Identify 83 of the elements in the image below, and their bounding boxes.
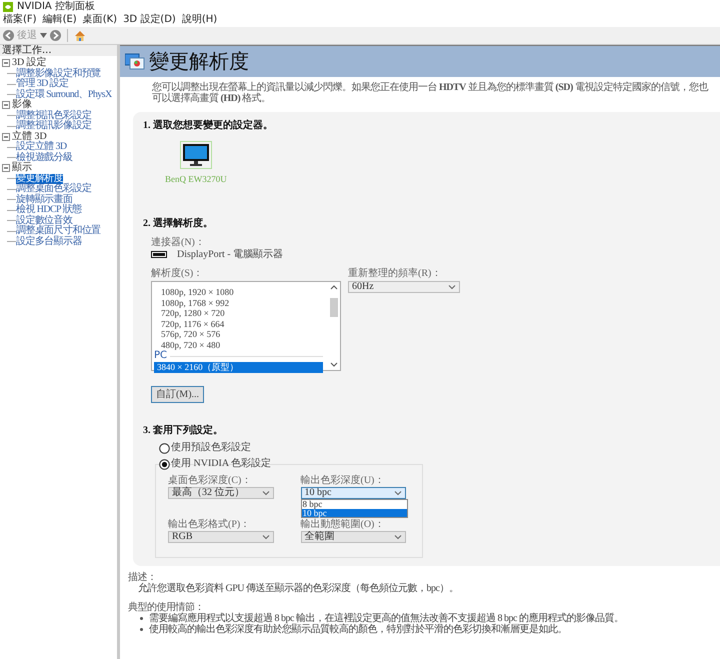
description-text: 允許您選取色彩資料 GPU 傳送至顯示器的色彩深度（每色頻位元數，bpc）。 (138, 583, 460, 594)
tree-item[interactable]: 調整桌面尺寸和位置 (16, 226, 101, 236)
monitor-icon (182, 143, 210, 167)
list-item[interactable]: 720p, 1176 × 664 (154, 318, 323, 329)
menu-item[interactable]: 檔案(F) (3, 15, 37, 25)
dropdown[interactable]: 10 bpc (300, 487, 406, 499)
monitor-tile[interactable] (180, 141, 212, 169)
bullet-icon (140, 617, 143, 620)
dropdown[interactable]: RGB (168, 531, 274, 543)
chevron-down-icon (262, 490, 270, 496)
bullet-icon (140, 628, 143, 631)
tree-item[interactable]: 設定多台顯示器 (16, 236, 82, 247)
dropdown[interactable]: 全範圍 (300, 531, 406, 543)
page-title: 變更解析度 (149, 50, 249, 72)
field-label: 輸出色彩深度(U)： (300, 476, 386, 486)
chevron-down-icon (394, 534, 402, 540)
dropdown[interactable]: 最高（32 位元） (168, 487, 274, 499)
tree-item[interactable]: 調整視訊影像設定 (16, 121, 92, 132)
tree-item[interactable]: 設定數位音效 (16, 216, 72, 226)
collapse-icon[interactable] (2, 164, 10, 172)
field-label: 輸出動態範圍(O)： (300, 520, 386, 530)
usage-label: 典型的使用情節： (128, 602, 205, 613)
collapse-icon[interactable] (2, 132, 10, 141)
section-heading: 2. 選擇解析度。 (143, 218, 214, 229)
list-item[interactable]: 576p, 720 × 576 (154, 329, 323, 340)
menu-item[interactable]: 說明(H) (182, 15, 218, 25)
tree-item[interactable]: 影像 (12, 100, 32, 110)
menu-item[interactable]: 桌面(K) (82, 15, 118, 25)
dropdown-option[interactable]: 10 bpc (302, 508, 407, 517)
collapse-icon[interactable] (2, 59, 10, 68)
intro-text: 您可以調整出現在螢幕上的資訊量以減少閃爍。如果您正在使用一台 HDTV 並且為您的標準畫質 (SD) 電視設定特定國家的信號，您也可以選擇高畫質 (HD) 格式。 (152, 82, 710, 104)
radio-label[interactable]: 使用預設色彩設定 (171, 443, 251, 453)
resolution-list[interactable]: 1080p, 1920 × 1080 1080p, 1768 × 992 720p, 1280 × 720 720p, 1176 × 664 576p, 720 × 576 480p, 720 × 480 PC 3840 × 2160（原型） (151, 281, 341, 371)
menu-item[interactable]: 編輯(E) (42, 15, 77, 25)
home-icon[interactable] (74, 30, 86, 42)
dropdown-option[interactable]: 8 bpc (302, 500, 407, 508)
tree-item[interactable]: 檢視遊戲分級 (16, 152, 72, 163)
description-label: 描述： (128, 572, 156, 583)
back-arrow-icon (3, 30, 14, 41)
bullet-text: 需要編寫應用程式以支援超過 8 bpc 輸出，在這裡設定更高的值無法改善不支援超過 8 bpc 的應用程式的影像品質。 (149, 613, 624, 624)
field-label: 重新整理的頻率(R)： (348, 268, 442, 279)
bullet-text: 使用較高的輸出色彩深度有助於您顯示品質較高的顏色，特別對於平滑的色彩切換和漸層更是如此。 (149, 624, 567, 635)
tree-item[interactable]: 調整視訊色彩設定 (16, 110, 92, 121)
menu-item[interactable]: 3D 設定(D) (123, 15, 176, 25)
list-item[interactable]: 1080p, 1768 × 992 (154, 298, 323, 308)
tree-item[interactable]: 3D 設定 (12, 58, 47, 68)
field-label: 輸出色彩格式(P)： (168, 520, 252, 530)
field-label: 連接器(N)： (151, 237, 206, 248)
window-title: NVIDIA 控制面板 (17, 2, 95, 12)
displayport-icon (151, 251, 167, 258)
section-heading: 1. 選取您想要變更的設定器。 (143, 120, 274, 131)
panel-header: 選擇工作... (0, 45, 117, 56)
field-label: 解析度(S)： (151, 268, 204, 279)
caret-icon[interactable] (40, 33, 47, 38)
tree-item[interactable]: 立體 3D (12, 132, 47, 142)
collapse-icon[interactable] (2, 101, 10, 110)
chevron-down-icon (394, 490, 402, 496)
tree-item[interactable]: 顯示 (12, 163, 32, 174)
forward-arrow-icon[interactable] (50, 30, 61, 41)
group-header: PC (154, 351, 168, 361)
connector-name: DisplayPort - 電腦顯示器 (177, 249, 284, 260)
tree-item[interactable]: 旋轉顯示畫面 (16, 194, 72, 205)
list-item[interactable]: 720p, 1280 × 720 (154, 308, 323, 318)
list-item[interactable]: 480p, 720 × 480 (154, 340, 323, 350)
display-settings-icon (125, 53, 145, 70)
display-label: BenQ EW3270U (165, 174, 227, 184)
list-item[interactable]: 1080p, 1920 × 1080 (154, 287, 323, 298)
radio-button[interactable] (159, 458, 170, 470)
tree-item[interactable]: 管理 3D 設定 (16, 79, 68, 90)
tree-item[interactable]: 調整影像設定和預覽 (16, 68, 101, 79)
tree-item[interactable]: 設定環 Surround、PhysX (16, 90, 112, 100)
list-item[interactable]: 3840 × 2160（原型） (154, 362, 323, 372)
field-label: 桌面色彩深度(C)： (168, 476, 252, 486)
dropdown[interactable]: 60Hz (348, 281, 460, 293)
radio-label[interactable]: 使用 NVIDIA 色彩設定 (171, 459, 271, 469)
section-heading: 3. 套用下列設定。 (143, 425, 224, 436)
tree-item[interactable]: 設定立體 3D (16, 142, 67, 152)
customize-button[interactable]: 自訂(M)... (151, 386, 204, 403)
radio-button[interactable] (159, 442, 170, 454)
tree-item[interactable]: 檢視 HDCP 狀態 (16, 205, 82, 216)
chevron-down-icon (448, 284, 456, 290)
tree-item[interactable]: 調整桌面色彩設定 (16, 184, 92, 194)
chevron-down-icon (262, 534, 270, 540)
